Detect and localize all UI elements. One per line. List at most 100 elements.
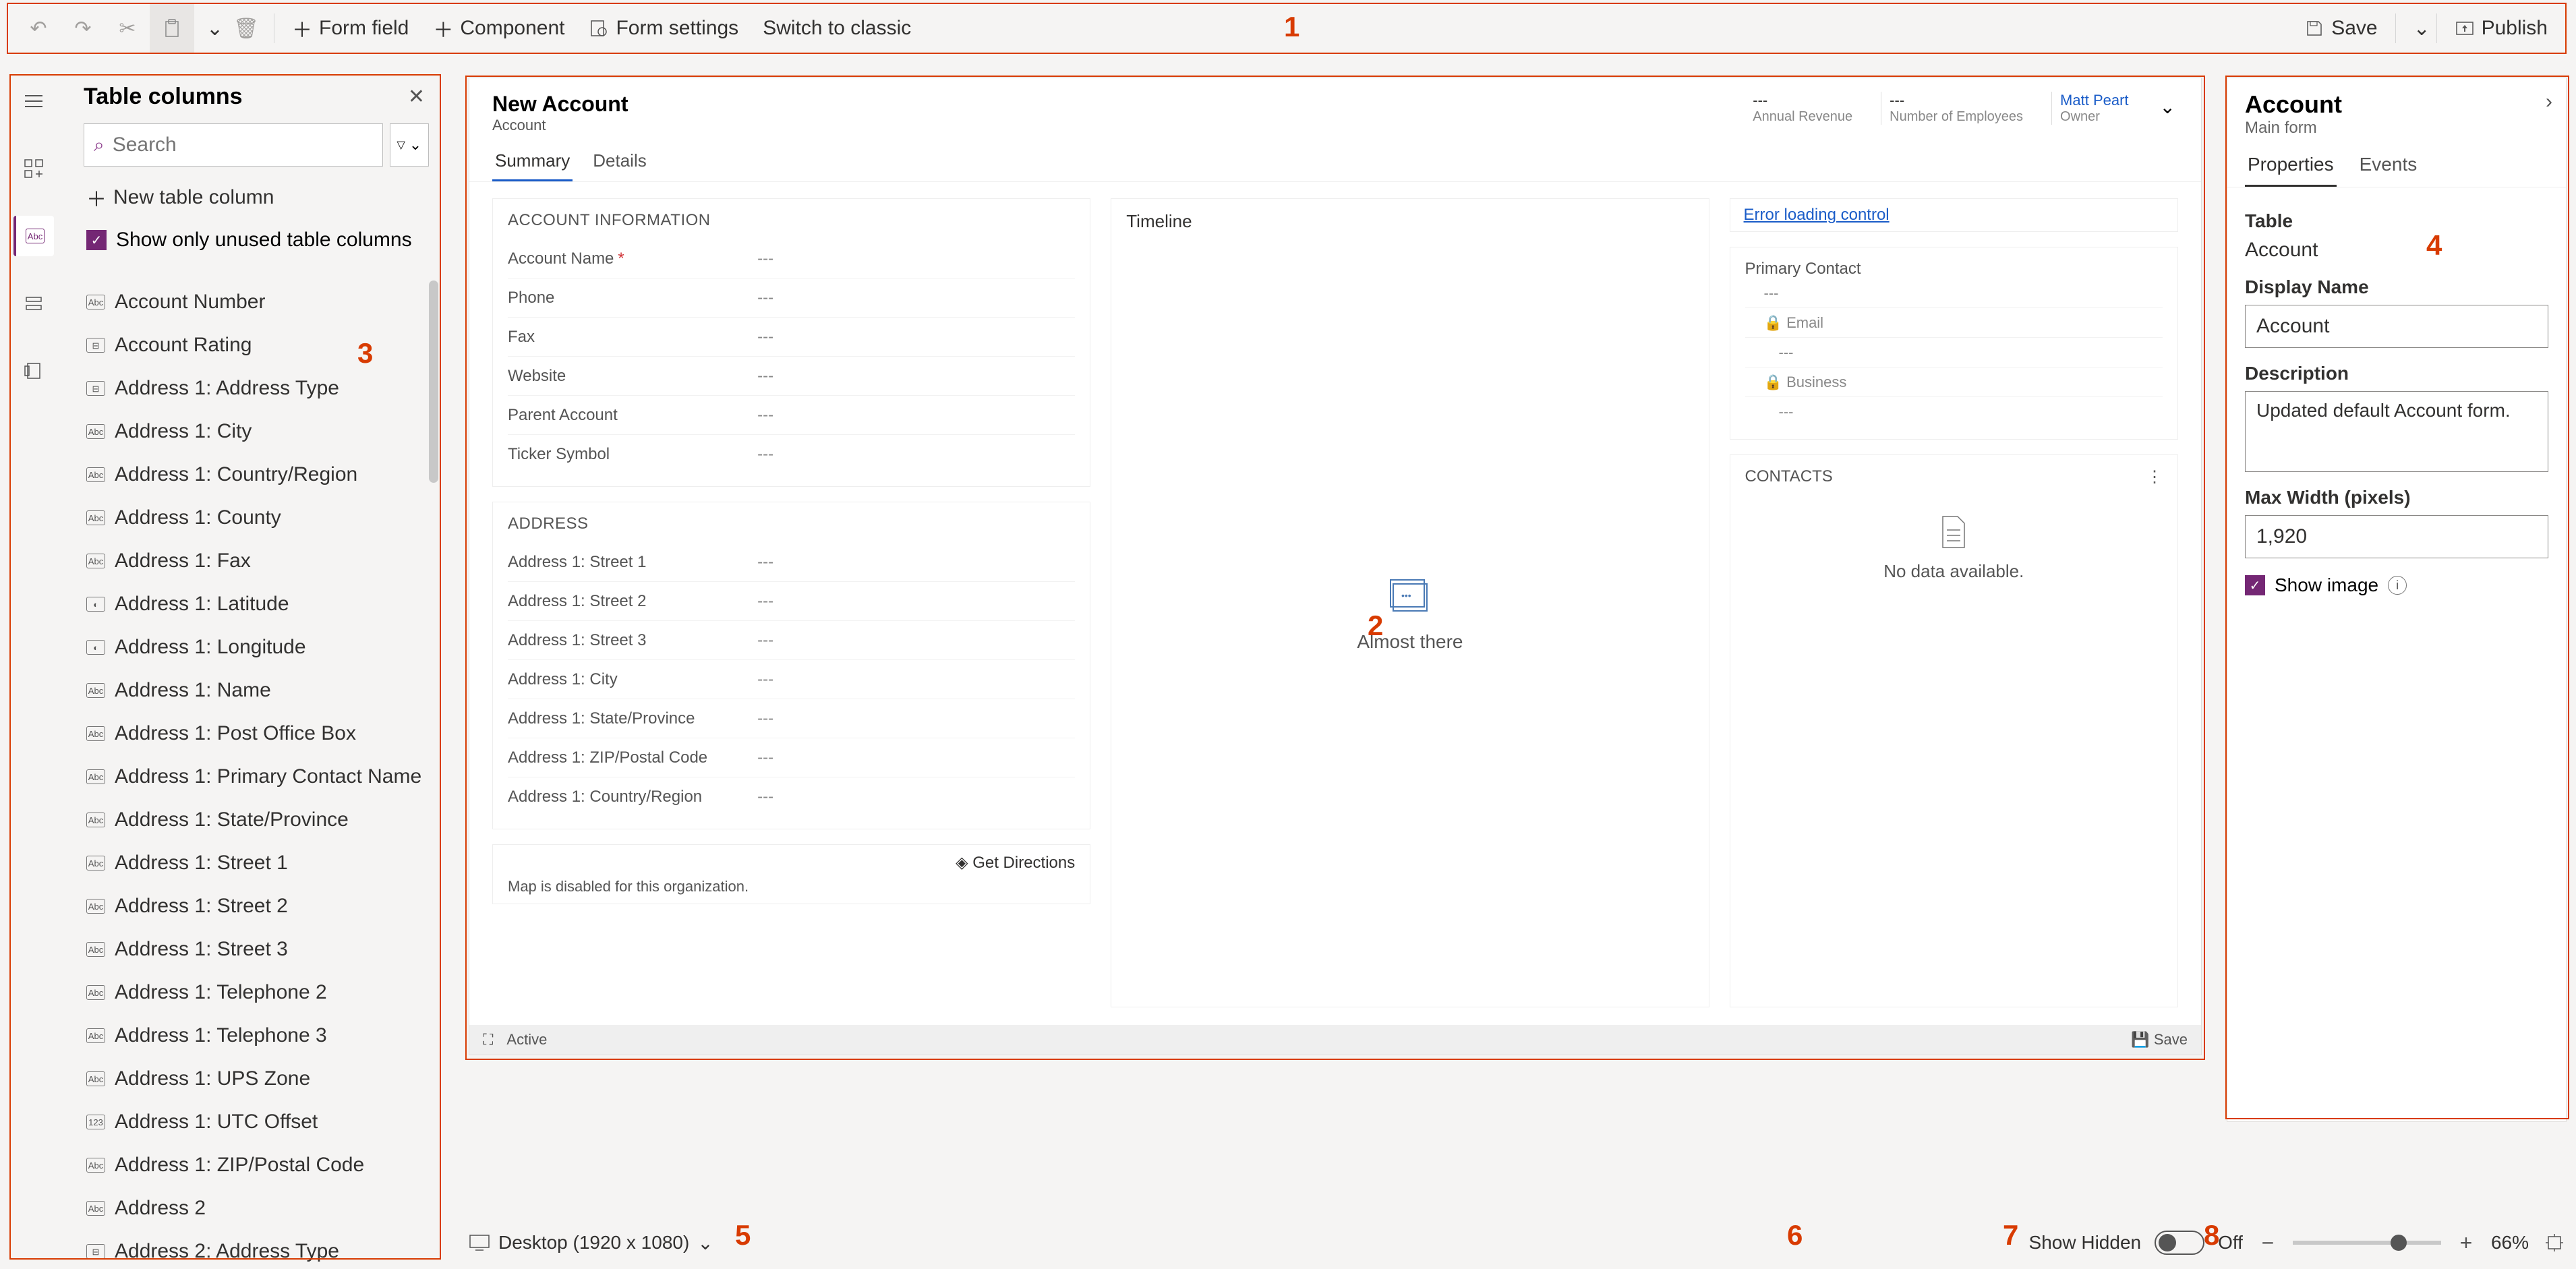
filter-button[interactable]: ▽⌄ (390, 123, 429, 167)
column-item[interactable]: 123Address 1: UTC Offset (74, 1100, 438, 1144)
form-settings-button[interactable]: Form settings (577, 4, 751, 53)
add-form-field-button[interactable]: ＋Form field (280, 4, 421, 53)
tab-details[interactable]: Details (590, 145, 649, 181)
redo-button[interactable]: ↷ (61, 4, 105, 53)
rail-table-columns[interactable]: Abc (13, 216, 54, 256)
rail-tree[interactable] (13, 283, 54, 324)
cut-button[interactable]: ✂ (105, 4, 150, 53)
column-item[interactable]: AbcAddress 1: County (74, 496, 438, 539)
column-item[interactable]: AbcAccount Number (74, 281, 438, 324)
search-box[interactable]: ⌕ (84, 123, 383, 167)
error-link[interactable]: Error loading control (1741, 200, 1892, 229)
column-item[interactable]: AbcAddress 1: State/Province (74, 798, 438, 842)
column-item[interactable]: AbcAddress 1: Country/Region (74, 453, 438, 496)
more-icon[interactable]: ⋮ (2146, 467, 2163, 487)
column-item[interactable]: AbcAddress 2 (74, 1187, 438, 1230)
show-image-toggle[interactable]: ✓ Show image i (2245, 574, 2548, 596)
form-field-row[interactable]: Address 1: Street 2--- (508, 582, 1075, 621)
header-field[interactable]: Matt PeartOwner (2051, 92, 2136, 125)
form-field-row[interactable]: Parent Account--- (508, 396, 1075, 435)
header-field[interactable]: ---Annual Revenue (1745, 92, 1861, 125)
form-field-row[interactable]: Address 1: Street 3--- (508, 621, 1075, 660)
column-item[interactable]: AbcAddress 1: ZIP/Postal Code (74, 1144, 438, 1187)
get-directions-link[interactable]: ◈ Get Directions (508, 853, 1075, 878)
search-input[interactable] (113, 134, 373, 156)
section-address[interactable]: ADDRESS Address 1: Street 1---Address 1:… (492, 502, 1090, 829)
column-item[interactable]: AbcAddress 1: Street 2 (74, 885, 438, 928)
form-field-row[interactable]: Fax--- (508, 318, 1075, 357)
info-icon[interactable]: i (2388, 576, 2407, 595)
column-item[interactable]: AbcAddress 1: Telephone 2 (74, 971, 438, 1014)
paste-button[interactable] (150, 4, 194, 53)
column-item[interactable]: ◐Address 1: Latitude (74, 583, 438, 626)
add-component-button[interactable]: ＋Component (421, 4, 577, 53)
form-field-row[interactable]: Address 1: Street 1--- (508, 543, 1075, 582)
form-canvas[interactable]: New Account Account ---Annual Revenue---… (469, 78, 2202, 1055)
column-item[interactable]: AbcAddress 1: Name (74, 669, 438, 712)
column-item[interactable]: ⊟Address 1: Address Type (74, 367, 438, 410)
lock-icon: 🔒 (1764, 314, 1782, 332)
rail-components[interactable] (13, 148, 54, 189)
delete-button[interactable]: 🗑 (224, 4, 268, 53)
form-field-row[interactable]: Address 1: Country/Region--- (508, 777, 1075, 817)
section-contacts[interactable]: CONTACTS⋮ No data available. (1730, 454, 2178, 1007)
form-field-row[interactable]: Website--- (508, 357, 1075, 396)
fit-to-screen-button[interactable] (2542, 1231, 2567, 1255)
max-width-input[interactable] (2245, 515, 2548, 558)
section-timeline[interactable]: Timeline ••• Almost there (1111, 198, 1709, 1007)
paste-chevron[interactable]: ⌄ (194, 4, 224, 53)
document-icon (1939, 514, 1968, 550)
chevron-down-icon: ⌄ (206, 17, 223, 40)
scrollbar-thumb[interactable] (429, 281, 438, 483)
zoom-out-button[interactable]: − (2256, 1231, 2279, 1256)
save-button[interactable]: Save (2292, 4, 2389, 53)
description-input[interactable] (2245, 391, 2548, 472)
column-item[interactable]: AbcAddress 1: UPS Zone (74, 1057, 438, 1100)
section-account-info[interactable]: ACCOUNT INFORMATION Account Name*---Phon… (492, 198, 1090, 487)
new-table-column-button[interactable]: ＋New table column (74, 175, 438, 220)
column-item[interactable]: ◐Address 1: Longitude (74, 626, 438, 669)
undo-icon: ↶ (28, 18, 49, 38)
form-field-row[interactable]: Account Name*--- (508, 239, 1075, 278)
column-item[interactable]: AbcAddress 1: Primary Contact Name (74, 755, 438, 798)
error-control[interactable]: Error loading control (1730, 198, 2178, 232)
switch-classic-button[interactable]: Switch to classic (751, 4, 923, 53)
show-unused-toggle[interactable]: ✓ Show only unused table columns (74, 220, 438, 260)
close-icon[interactable]: ✕ (404, 81, 429, 113)
rail-form-libraries[interactable] (13, 351, 54, 391)
column-item[interactable]: AbcAddress 1: Post Office Box (74, 712, 438, 755)
zoom-slider[interactable] (2293, 1241, 2441, 1245)
form-field-row[interactable]: Address 1: ZIP/Postal Code--- (508, 738, 1075, 777)
publish-button[interactable]: Publish (2442, 4, 2560, 53)
form-field-row[interactable]: Phone--- (508, 278, 1075, 318)
form-field-row[interactable]: Address 1: City--- (508, 660, 1075, 699)
column-item[interactable]: ⊟Address 2: Address Type (74, 1230, 438, 1262)
column-item[interactable]: ⊟Account Rating (74, 324, 438, 367)
column-item[interactable]: AbcAddress 1: Fax (74, 539, 438, 583)
rail-hamburger[interactable] (13, 81, 54, 121)
column-item[interactable]: AbcAddress 1: Telephone 3 (74, 1014, 438, 1057)
undo-button[interactable]: ↶ (16, 4, 61, 53)
collapse-icon[interactable]: › (2546, 90, 2552, 113)
tab-properties[interactable]: Properties (2245, 148, 2337, 187)
tab-events[interactable]: Events (2357, 148, 2420, 187)
footer-save[interactable]: 💾 Save (2131, 1031, 2188, 1049)
form-field-row[interactable]: Ticker Symbol--- (508, 435, 1075, 474)
plus-icon: ＋ (86, 183, 107, 212)
tab-summary[interactable]: Summary (492, 145, 573, 181)
section-primary-contact[interactable]: Primary Contact --- 🔒 Email --- 🔒 Busine… (1730, 247, 2178, 440)
header-chevron[interactable]: ⌄ (2157, 92, 2178, 122)
properties-panel: Account Main form › Properties Events Ta… (2227, 78, 2567, 1122)
header-field[interactable]: ---Number of Employees (1881, 92, 2031, 125)
column-item[interactable]: AbcAddress 1: Street 3 (74, 928, 438, 971)
column-item[interactable]: AbcAddress 1: City (74, 410, 438, 453)
section-map[interactable]: ◈ Get Directions Map is disabled for thi… (492, 844, 1090, 904)
save-chevron[interactable]: ⌄ (2401, 4, 2431, 53)
display-name-input[interactable] (2245, 305, 2548, 348)
show-hidden-toggle[interactable] (2155, 1231, 2204, 1255)
zoom-in-button[interactable]: + (2455, 1231, 2478, 1256)
viewport-selector[interactable]: Desktop (1920 x 1080) ⌄ (469, 1232, 713, 1254)
column-item[interactable]: AbcAddress 1: Street 1 (74, 842, 438, 885)
form-field-row[interactable]: Address 1: State/Province--- (508, 699, 1075, 738)
expand-icon[interactable]: ⛶ (483, 1031, 493, 1049)
